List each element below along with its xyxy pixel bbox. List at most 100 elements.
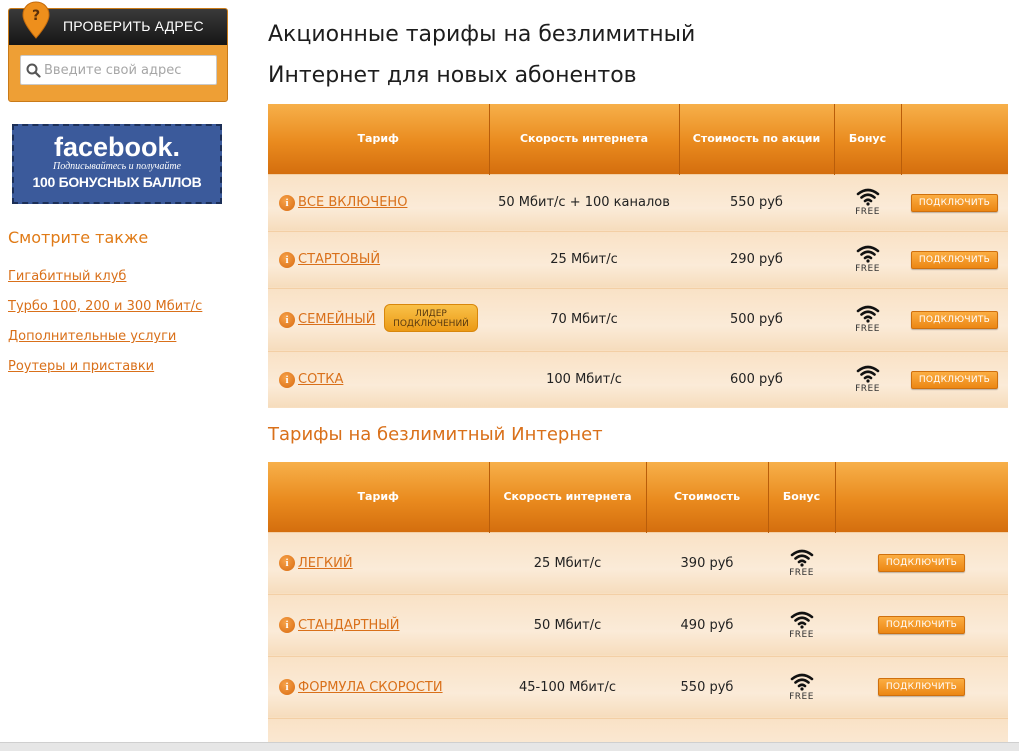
- info-icon[interactable]: i: [279, 679, 295, 695]
- bonus-wifi: FREE: [789, 672, 814, 702]
- facebook-bonus-text: 100 БОНУСНЫХ БАЛЛОВ: [32, 174, 202, 190]
- leader-badge: ЛИДЕР ПОДКЛЮЧЕНИЙ: [384, 303, 478, 332]
- bonus-wifi: FREE: [789, 548, 814, 578]
- bonus-label: FREE: [855, 324, 880, 334]
- col-header-bonus: Бонус: [768, 462, 836, 532]
- col-header-price: Стоимость: [646, 462, 769, 532]
- action-cell: ПОДКЛЮЧИТЬ: [901, 287, 1008, 351]
- bonus-cell: FREE: [768, 593, 835, 656]
- bonus-cell: FREE: [834, 230, 901, 288]
- link-routers[interactable]: Роутеры и приставки: [8, 359, 154, 374]
- address-check-title: ПРОВЕРИТЬ АДРЕС: [63, 18, 204, 34]
- wifi-icon: [856, 245, 879, 263]
- bonus-wifi: FREE: [789, 610, 814, 640]
- connect-button[interactable]: ПОДКЛЮЧИТЬ: [910, 310, 999, 329]
- wifi-icon: [856, 365, 879, 383]
- bonus-label: FREE: [855, 264, 880, 274]
- action-cell: ПОДКЛЮЧИТЬ: [901, 350, 1008, 408]
- table-header-row: Тариф Скорость интернета Стоимость по ак…: [268, 104, 1008, 174]
- action-cell: ПОДКЛЮЧИТЬ: [901, 173, 1008, 231]
- bonus-wifi: FREE: [855, 187, 880, 217]
- wifi-icon: [790, 673, 813, 691]
- bonus-cell: FREE: [834, 173, 901, 231]
- connect-button[interactable]: ПОДКЛЮЧИТЬ: [910, 250, 999, 269]
- tariff-cell: i СЕМЕЙНЫЙ ЛИДЕР ПОДКЛЮЧЕНИЙ: [268, 287, 489, 351]
- connect-button[interactable]: ПОДКЛЮЧИТЬ: [910, 193, 999, 212]
- map-pin-icon: ?: [22, 1, 50, 39]
- bonus-wifi: FREE: [855, 304, 880, 334]
- connect-button[interactable]: ПОДКЛЮЧИТЬ: [877, 678, 966, 696]
- info-icon[interactable]: i: [279, 194, 295, 211]
- tariff-name-link[interactable]: СОТКА: [298, 372, 343, 387]
- action-cell: ПОДКЛЮЧИТЬ: [835, 593, 1008, 656]
- tariff-cell: i ЛЕГКИЙ: [268, 531, 489, 594]
- col-header-bonus: Бонус: [834, 104, 902, 174]
- table-row: i ФОРМУЛА СКОРОСТИ 45-100 Мбит/с 550 руб FRE…: [268, 655, 1008, 718]
- wifi-icon: [790, 611, 813, 629]
- col-header-action: [835, 462, 1008, 532]
- wifi-icon: [790, 549, 813, 567]
- facebook-subtitle: Подписывайтесь и получайте: [53, 161, 181, 172]
- speed-cell: 25 Мбит/с: [489, 531, 646, 594]
- action-cell: ПОДКЛЮЧИТЬ: [835, 531, 1008, 594]
- speed-cell: 50 Мбит/с + 100 каналов: [489, 173, 679, 231]
- address-input-wrap: [20, 55, 217, 85]
- info-icon[interactable]: i: [279, 555, 295, 571]
- tariff-name-link[interactable]: ВСЕ ВКЛЮЧЕНО: [298, 195, 407, 210]
- search-icon: [26, 63, 41, 78]
- speed-cell: 70 Мбит/с: [489, 287, 679, 351]
- speed-cell: 100 Мбит/с: [489, 350, 679, 408]
- price-cell: 600 руб: [679, 350, 834, 408]
- tariff-cell: i ФОРМУЛА СКОРОСТИ: [268, 655, 489, 718]
- table-row: i ЛЕГКИЙ 25 Мбит/с 390 руб FREE ПОДКЛЮЧИТЬ: [268, 531, 1008, 594]
- col-header-price: Стоимость по акции: [679, 104, 835, 174]
- info-icon[interactable]: i: [279, 617, 295, 633]
- tariff-cell: i ВСЕ ВКЛЮЧЕНО: [268, 173, 489, 231]
- table-row: i СОТКА 100 Мбит/с 600 руб FREE ПОДКЛЮЧИТЬ: [268, 350, 1008, 408]
- table-row: i СЕМЕЙНЫЙ ЛИДЕР ПОДКЛЮЧЕНИЙ 70 Мбит/с 500 р…: [268, 287, 1008, 351]
- link-gigabit-club[interactable]: Гигабитный клуб: [8, 269, 126, 284]
- tariff-cell: i СОТКА: [268, 350, 489, 408]
- see-also-links: Гигабитный клуб Турбо 100, 200 и 300 Мби…: [8, 265, 202, 385]
- speed-cell: 25 Мбит/с: [489, 230, 679, 288]
- facebook-logo: facebook.: [53, 132, 181, 162]
- see-also-item: Гигабитный клуб: [8, 265, 202, 295]
- price-cell: 500 руб: [679, 287, 834, 351]
- col-header-action: [901, 104, 1008, 174]
- promo-tariffs-table: Тариф Скорость интернета Стоимость по ак…: [268, 104, 1008, 408]
- table-row: i СТАНДАРТНЫЙ 50 Мбит/с 490 руб FREE ПОДКЛЮЧИ…: [268, 593, 1008, 656]
- link-extra-services[interactable]: Дополнительные услуги: [8, 329, 176, 344]
- map-pin-glyph: ?: [32, 8, 40, 24]
- price-cell: 490 руб: [646, 593, 768, 656]
- tariff-name-link[interactable]: ЛЕГКИЙ: [298, 556, 353, 571]
- info-icon[interactable]: i: [279, 311, 295, 328]
- see-also-item: Роутеры и приставки: [8, 355, 202, 385]
- bonus-label: FREE: [855, 207, 880, 217]
- col-header-speed: Скорость интернета: [489, 104, 680, 174]
- bonus-wifi: FREE: [855, 244, 880, 274]
- address-input[interactable]: [44, 60, 212, 80]
- speed-cell: 50 Мбит/с: [489, 593, 646, 656]
- page-title: Акционные тарифы на безлимитный Интернет…: [268, 22, 696, 88]
- bonus-label: FREE: [789, 691, 814, 702]
- bonus-cell: FREE: [834, 350, 901, 408]
- tariff-name-link[interactable]: СЕМЕЙНЫЙ: [298, 312, 375, 327]
- price-cell: 290 руб: [679, 230, 834, 288]
- bonus-label: FREE: [789, 629, 814, 640]
- tariff-name-link[interactable]: СТАНДАРТНЫЙ: [298, 618, 400, 633]
- tariff-name-link[interactable]: СТАРТОВЫЙ: [298, 252, 380, 267]
- connect-button[interactable]: ПОДКЛЮЧИТЬ: [877, 616, 966, 634]
- see-also-item: Турбо 100, 200 и 300 Мбит/с: [8, 295, 202, 325]
- table-header-row: Тариф Скорость интернета Стоимость Бонус: [268, 462, 1008, 532]
- link-turbo[interactable]: Турбо 100, 200 и 300 Мбит/с: [8, 299, 202, 314]
- horizontal-scrollbar[interactable]: [0, 742, 1019, 751]
- info-icon[interactable]: i: [279, 371, 295, 388]
- table-row: i ВСЕ ВКЛЮЧЕНО 50 Мбит/с + 100 каналов 550 …: [268, 173, 1008, 231]
- connect-button[interactable]: ПОДКЛЮЧИТЬ: [877, 554, 966, 572]
- connect-button[interactable]: ПОДКЛЮЧИТЬ: [910, 370, 999, 389]
- bonus-label: FREE: [789, 567, 814, 578]
- info-icon[interactable]: i: [279, 251, 295, 268]
- speed-cell: 45-100 Мбит/с: [489, 655, 646, 718]
- tariff-name-link[interactable]: ФОРМУЛА СКОРОСТИ: [298, 680, 443, 695]
- facebook-banner[interactable]: facebook. Подписывайтесь и получайте 100…: [12, 124, 222, 204]
